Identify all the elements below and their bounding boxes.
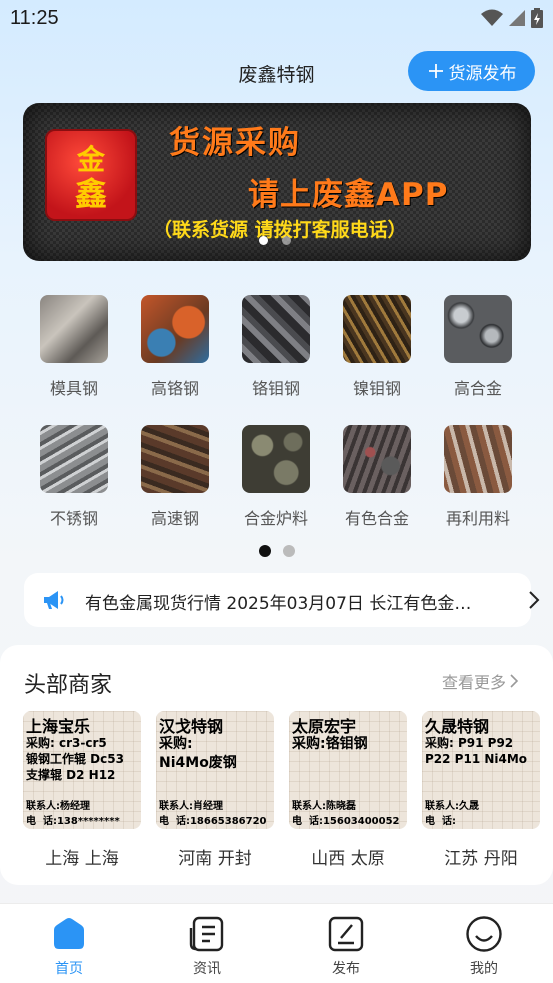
merchant-purchase: 采购:铬钼钢 (292, 736, 368, 752)
home-icon (49, 914, 89, 954)
category-image (343, 425, 411, 493)
category-image (444, 425, 512, 493)
category-label: 有色合金 (344, 509, 409, 528)
category-item[interactable]: 镍钼钢 (327, 295, 427, 399)
category-label: 再利用料 (445, 509, 510, 528)
brand-logo: 金 鑫 (45, 129, 137, 221)
merchant-name: 汉戈特钢 (159, 717, 224, 736)
merchant-card[interactable]: 太原宏宇 采购:铬钼钢 联系人:陈晓磊 电 话:15603400052 (289, 711, 407, 829)
merchant-name: 上海宝乐 (26, 717, 91, 736)
category-label: 模具钢 (49, 379, 98, 398)
category-item[interactable]: 模具钢 (24, 295, 124, 399)
nav-news[interactable]: 资讯 (157, 914, 257, 978)
nav-label: 我的 (470, 961, 498, 977)
nav-label: 资讯 (193, 961, 221, 977)
category-label: 高合金 (453, 379, 502, 398)
smile-icon (464, 914, 504, 954)
banner-headline: 货源采购 (169, 125, 301, 161)
signal-icon (509, 10, 525, 26)
merchant-contact: 联系人:肖经理 电 话:18665386720 (159, 801, 267, 827)
category-label: 不锈钢 (49, 509, 98, 528)
top-merchants-section: 头部商家 查看更多 上海宝乐 采购: cr3-cr5 锻钢工作辊 Dc53 支撑… (0, 645, 553, 885)
category-label: 镍钼钢 (352, 379, 401, 398)
merchant-location: 河南 开封 (178, 849, 252, 869)
banner-dot-active (259, 236, 268, 245)
category-image (242, 425, 310, 493)
merchant-card[interactable]: 汉戈特钢 采购: Ni4Mo废钢 联系人:肖经理 电 话:18665386720 (156, 711, 274, 829)
nav-publish[interactable]: 发布 (296, 914, 396, 978)
nav-label: 发布 (332, 961, 360, 977)
category-image (444, 295, 512, 363)
category-item[interactable]: 再利用料 (428, 425, 528, 529)
merchant-card[interactable]: 上海宝乐 采购: cr3-cr5 锻钢工作辊 Dc53 支撑辊 D2 H12 联… (23, 711, 141, 829)
status-bar: 11:25 (0, 0, 553, 38)
svg-text:金: 金 (76, 143, 106, 176)
promo-banner[interactable]: 金 鑫 货源采购 请上废鑫APP （联系货源 请拨打客服电话） (23, 103, 531, 261)
category-image (141, 295, 209, 363)
merchant-card[interactable]: 久晟特钢 采购: P91 P92 P22 P11 Ni4Mo 联系人:久晟 电 … (422, 711, 540, 829)
category-item[interactable]: 高合金 (428, 295, 528, 399)
banner-pager (259, 236, 291, 245)
nav-profile[interactable]: 我的 (434, 914, 534, 978)
view-more-link[interactable]: 查看更多 (442, 669, 519, 693)
battery-icon (531, 8, 543, 28)
merchant-name: 太原宏宇 (292, 717, 357, 736)
merchant-name: 久晟特钢 (425, 717, 490, 736)
nav-home[interactable]: 首页 (19, 914, 119, 978)
category-label: 高铬钢 (150, 379, 199, 398)
news-ticker[interactable]: 有色金属现货行情 2025年03月07日 长江有色金属现货行情 (24, 573, 540, 627)
chevron-right-icon (529, 591, 540, 609)
publish-button[interactable]: 货源发布 (408, 51, 535, 91)
category-image (40, 425, 108, 493)
plus-icon (428, 64, 443, 78)
news-icon (187, 914, 227, 954)
svg-text:鑫: 鑫 (75, 175, 107, 213)
category-pager (259, 545, 295, 557)
banner-dot (282, 236, 291, 245)
category-item[interactable]: 铬钼钢 (226, 295, 326, 399)
category-label: 铬钼钢 (251, 379, 300, 398)
category-label: 合金炉料 (243, 509, 308, 528)
category-item[interactable]: 有色合金 (327, 425, 427, 529)
section-title: 头部商家 (24, 673, 113, 698)
publish-label: 货源发布 (448, 63, 517, 84)
chevron-right-icon (510, 674, 519, 688)
status-time: 11:25 (10, 7, 59, 29)
category-image (40, 295, 108, 363)
merchant-location: 上海 上海 (45, 849, 119, 869)
merchant-purchase: 采购: Ni4Mo废钢 (159, 736, 237, 771)
merchant-location: 江苏 丹阳 (444, 849, 518, 869)
merchant-purchase: 采购: P91 P92 P22 P11 Ni4Mo (425, 736, 528, 766)
category-item[interactable]: 不锈钢 (24, 425, 124, 529)
category-image (141, 425, 209, 493)
banner-subheadline: 请上废鑫APP (248, 177, 449, 213)
category-image (343, 295, 411, 363)
category-item[interactable]: 高铬钢 (125, 295, 225, 399)
bottom-navigation: 首页 资讯 发布 我的 (0, 903, 553, 983)
category-item[interactable]: 合金炉料 (226, 425, 326, 529)
nav-label: 首页 (55, 961, 83, 977)
merchant-contact: 联系人:久晟 电 话: (425, 801, 479, 827)
status-icons (481, 8, 543, 28)
category-image (242, 295, 310, 363)
edit-icon (326, 914, 366, 954)
news-text: 有色金属现货行情 2025年03月07日 长江有色金属现货行情 (85, 594, 485, 614)
pager-dot[interactable] (283, 545, 295, 557)
merchant-purchase: 采购: cr3-cr5 锻钢工作辊 Dc53 支撑辊 D2 H12 (26, 736, 124, 782)
wifi-icon (481, 9, 503, 26)
category-label: 高速钢 (150, 509, 199, 528)
merchant-contact: 联系人:陈晓磊 电 话:15603400052 (292, 801, 400, 827)
merchant-contact: 联系人:杨经理 电 话:138******** (26, 801, 120, 827)
merchant-location: 山西 太原 (311, 849, 385, 869)
category-item[interactable]: 高速钢 (125, 425, 225, 529)
pager-dot-active[interactable] (259, 545, 271, 557)
megaphone-icon (44, 591, 64, 609)
view-more-label: 查看更多 (442, 673, 507, 692)
